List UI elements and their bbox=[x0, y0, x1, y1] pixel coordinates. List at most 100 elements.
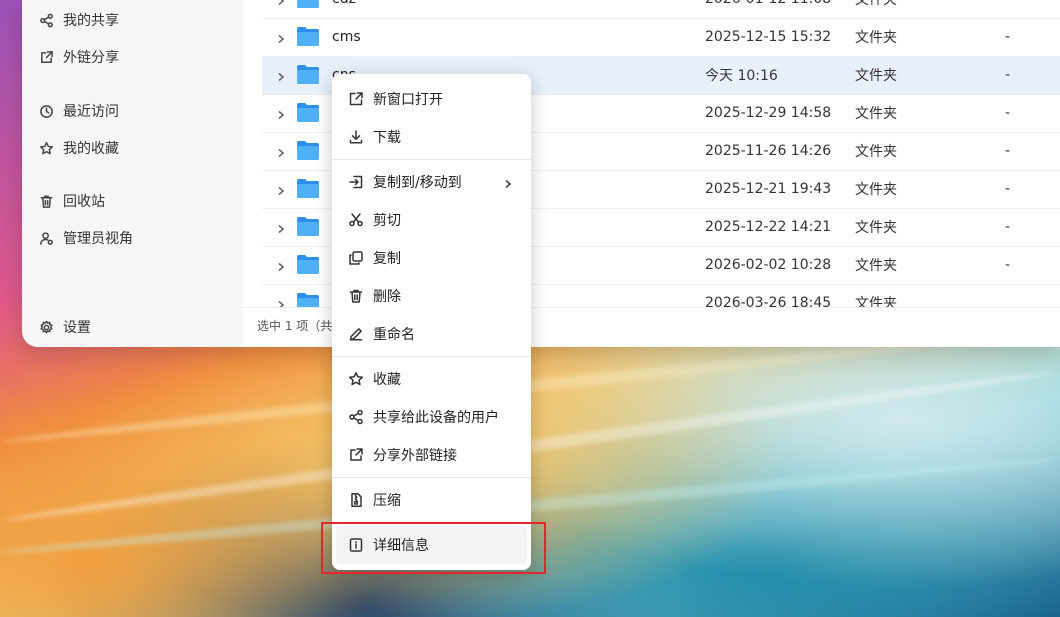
file-type: 文件夹 bbox=[855, 30, 897, 46]
file-modified-date: 2025-12-22 14:21 bbox=[705, 219, 832, 235]
file-size: - bbox=[1005, 29, 1011, 45]
open-new-window-icon bbox=[348, 91, 364, 107]
context-menu: 新窗口打开下载复制到/移动到 剪切复制删除重命名收藏共享给此设备的用户分享外部链接… bbox=[332, 74, 531, 570]
chevron-right-icon[interactable] bbox=[276, 260, 286, 272]
chevron-right-icon bbox=[503, 177, 513, 189]
context-menu-item[interactable]: 剪切 bbox=[332, 201, 531, 239]
external-link-icon bbox=[348, 447, 364, 463]
folder-icon bbox=[296, 178, 320, 199]
settings-label: 设置 bbox=[63, 320, 91, 336]
star-icon bbox=[38, 140, 54, 156]
file-modified-date: 2026-01-12 11:08 bbox=[705, 0, 831, 7]
file-modified-date: 2025-11-26 14:26 bbox=[705, 143, 832, 159]
file-type: 文件夹 bbox=[855, 106, 897, 122]
gear-icon bbox=[38, 319, 54, 335]
sidebar: 我的共享 外链分享 最近访问 我的收藏 回收站 管理员视角 设置 bbox=[22, 0, 242, 347]
sidebar-item-recent[interactable]: 最近访问 bbox=[38, 99, 119, 123]
sidebar-item-my-shares[interactable]: 我的共享 bbox=[38, 8, 119, 32]
context-menu-item-label: 复制到/移动到 bbox=[373, 175, 462, 191]
context-menu-item-label: 新窗口打开 bbox=[373, 92, 443, 108]
file-row[interactable]: cdz 2026-01-12 11:08 文件夹 - bbox=[262, 0, 1060, 19]
chevron-right-icon[interactable] bbox=[276, 0, 286, 6]
copy-icon bbox=[348, 250, 364, 266]
context-menu-item-label: 压缩 bbox=[373, 493, 401, 509]
context-menu-item[interactable]: 压缩 bbox=[332, 481, 531, 519]
sidebar-item-favorites[interactable]: 我的收藏 bbox=[38, 136, 119, 160]
sidebar-item-external-share[interactable]: 外链分享 bbox=[38, 45, 119, 69]
file-size: - bbox=[1005, 105, 1011, 121]
folder-icon bbox=[296, 0, 320, 9]
file-size: - bbox=[1005, 257, 1011, 273]
file-type: 文件夹 bbox=[855, 144, 897, 160]
file-modified-date: 2026-02-02 10:28 bbox=[705, 257, 832, 273]
share-icon bbox=[348, 409, 364, 425]
external-link-icon bbox=[38, 49, 54, 65]
folder-icon bbox=[296, 292, 320, 307]
file-size: - bbox=[1005, 67, 1011, 83]
file-modified-date: 2025-12-21 19:43 bbox=[705, 181, 832, 197]
download-icon bbox=[348, 129, 364, 145]
admin-icon bbox=[38, 230, 54, 246]
sidebar-item-label: 回收站 bbox=[63, 194, 105, 210]
context-menu-item[interactable]: 复制 bbox=[332, 239, 531, 277]
file-size: - bbox=[1005, 0, 1010, 7]
folder-icon bbox=[296, 26, 320, 47]
chevron-right-icon[interactable] bbox=[276, 108, 286, 120]
chevron-right-icon[interactable] bbox=[276, 70, 286, 82]
trash-icon bbox=[38, 193, 54, 209]
folder-icon bbox=[296, 64, 320, 85]
clock-icon bbox=[38, 103, 54, 119]
copy-move-icon bbox=[348, 174, 364, 190]
scissors-icon bbox=[348, 212, 364, 228]
context-menu-item[interactable]: 分享外部链接 bbox=[332, 436, 531, 474]
file-size: - bbox=[1005, 181, 1011, 197]
context-menu-item[interactable]: 新窗口打开 bbox=[332, 80, 531, 118]
sidebar-item-admin-view[interactable]: 管理员视角 bbox=[38, 226, 133, 250]
menu-separator bbox=[332, 159, 531, 160]
context-menu-item-label: 剪切 bbox=[373, 213, 401, 229]
context-menu-item[interactable]: 下载 bbox=[332, 118, 531, 156]
share-icon bbox=[38, 12, 54, 28]
file-modified-date: 今天 10:16 bbox=[705, 68, 778, 84]
menu-separator bbox=[332, 356, 531, 357]
chevron-right-icon[interactable] bbox=[276, 298, 286, 307]
chevron-right-icon[interactable] bbox=[276, 184, 286, 196]
context-menu-item[interactable]: 删除 bbox=[332, 277, 531, 315]
context-menu-item-label: 收藏 bbox=[373, 372, 401, 388]
context-menu-item-label: 共享给此设备的用户 bbox=[373, 410, 499, 426]
folder-icon bbox=[296, 254, 320, 275]
context-menu-item[interactable]: 收藏 bbox=[332, 360, 531, 398]
chevron-right-icon[interactable] bbox=[276, 32, 286, 44]
sidebar-item-recycle-bin[interactable]: 回收站 bbox=[38, 189, 105, 213]
sidebar-item-label: 外链分享 bbox=[63, 50, 119, 66]
chevron-right-icon[interactable] bbox=[276, 222, 286, 234]
folder-icon bbox=[296, 216, 320, 237]
file-size: - bbox=[1005, 143, 1011, 159]
file-modified-date: 2026-03-26 18:45 bbox=[705, 295, 832, 307]
status-bar-text: 选中 1 项（共 bbox=[257, 319, 333, 333]
file-size: - bbox=[1005, 219, 1011, 235]
file-name: cms bbox=[332, 29, 361, 45]
file-name: cdz bbox=[332, 0, 356, 7]
chevron-right-icon[interactable] bbox=[276, 146, 286, 158]
menu-separator bbox=[332, 477, 531, 478]
context-menu-item-label: 重命名 bbox=[373, 327, 415, 343]
sidebar-item-label: 我的共享 bbox=[63, 13, 119, 29]
file-modified-date: 2025-12-29 14:58 bbox=[705, 105, 832, 121]
sidebar-item-label: 最近访问 bbox=[63, 104, 119, 120]
star-icon bbox=[348, 371, 364, 387]
file-type: 文件夹 bbox=[855, 296, 897, 307]
settings-button[interactable]: 设置 bbox=[38, 315, 91, 339]
file-row[interactable]: cms 2025-12-15 15:32 文件夹 - bbox=[262, 18, 1060, 57]
file-manager-window: 我的共享 外链分享 最近访问 我的收藏 回收站 管理员视角 设置 cdz 2026… bbox=[22, 0, 1060, 347]
zip-icon bbox=[348, 492, 364, 508]
context-menu-item[interactable]: 重命名 bbox=[332, 315, 531, 353]
sidebar-item-label: 管理员视角 bbox=[63, 231, 133, 247]
file-type: 文件夹 bbox=[855, 258, 897, 274]
file-type: 文件夹 bbox=[855, 182, 897, 198]
folder-icon bbox=[296, 140, 320, 161]
context-menu-item-label: 复制 bbox=[373, 251, 401, 267]
context-menu-item[interactable]: 共享给此设备的用户 bbox=[332, 398, 531, 436]
context-menu-item[interactable]: 复制到/移动到 bbox=[332, 163, 531, 201]
file-type: 文件夹 bbox=[855, 0, 897, 8]
